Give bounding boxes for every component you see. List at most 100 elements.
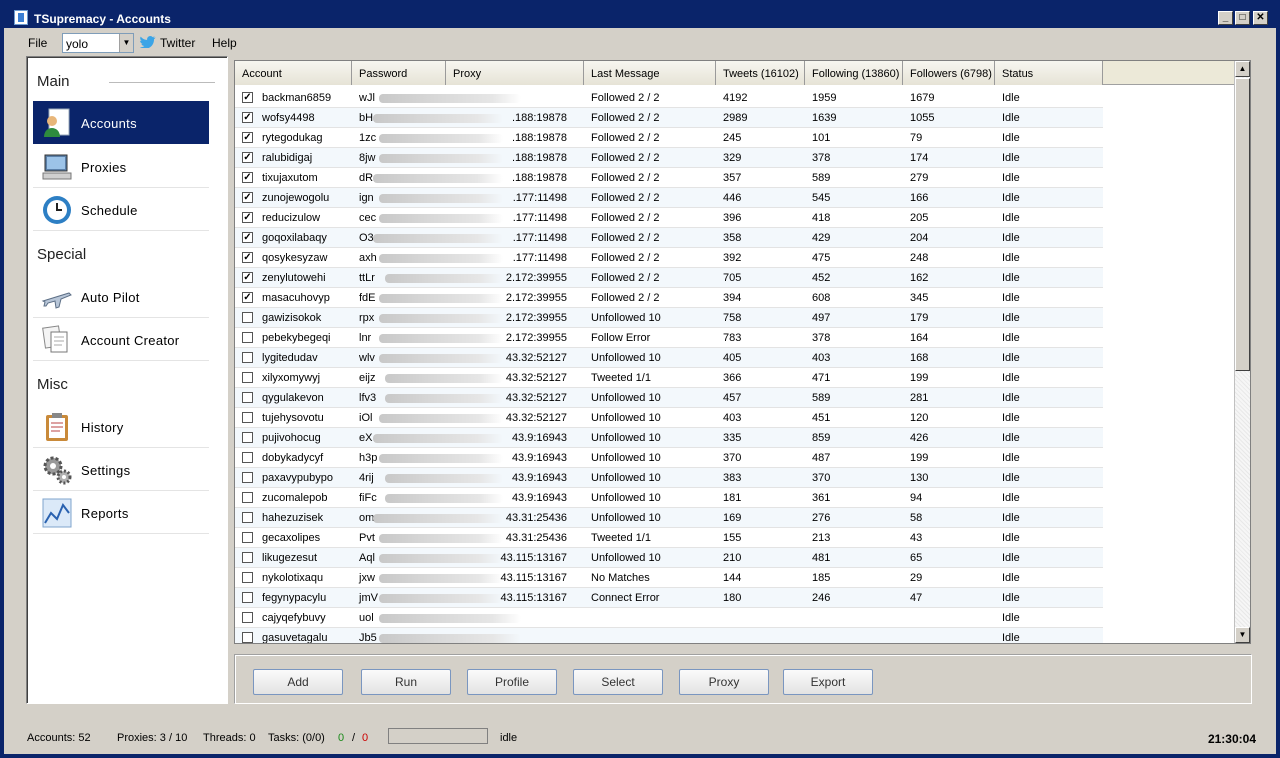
table-row[interactable]: ✓ masacuhovyp fdE 2.172:39955 Followed 2 / 2… <box>235 288 1103 308</box>
chevron-down-icon[interactable]: ▼ <box>119 34 133 52</box>
last-message-cell: Tweeted 1/1 <box>591 372 651 384</box>
table-row[interactable]: lygitedudav wlv 43.32:52127 Unfollowed 10 40… <box>235 348 1103 368</box>
menu-help[interactable]: Help <box>212 36 237 50</box>
proxy-cell: .177:11498 <box>512 252 567 264</box>
row-checkbox[interactable]: ✓ <box>242 232 253 243</box>
row-checkbox[interactable] <box>242 332 253 343</box>
table-row[interactable]: gawizisokok rpx 2.172:39955 Unfollowed 10 75… <box>235 308 1103 328</box>
table-row[interactable]: likugezesut Aql 43.115:13167 Unfollowed 10 2… <box>235 548 1103 568</box>
row-checkbox[interactable]: ✓ <box>242 172 253 183</box>
row-checkbox[interactable] <box>242 532 253 543</box>
row-checkbox[interactable]: ✓ <box>242 112 253 123</box>
table-row[interactable]: pebekybegeqi lnr 2.172:39955 Follow Error 78… <box>235 328 1103 348</box>
table-row[interactable]: ✓ wofsy4498 bH .188:19878 Followed 2 / 2 2989… <box>235 108 1103 128</box>
table-row[interactable]: xilyxomywyj eijz 43.32:52127 Tweeted 1/1 366… <box>235 368 1103 388</box>
row-checkbox[interactable]: ✓ <box>242 292 253 303</box>
row-checkbox[interactable]: ✓ <box>242 252 253 263</box>
row-checkbox[interactable] <box>242 572 253 583</box>
table-row[interactable]: hahezuzisek om 43.31:25436 Unfollowed 10 169… <box>235 508 1103 528</box>
menu-file[interactable]: File <box>28 36 47 50</box>
column-header[interactable]: Password <box>352 61 446 85</box>
column-header[interactable]: Proxy <box>446 61 584 85</box>
table-row[interactable]: gecaxolipes Pvt 43.31:25436 Tweeted 1/1 155 2… <box>235 528 1103 548</box>
table-row[interactable]: tujehysovotu iOl 43.32:52127 Unfollowed 10 4… <box>235 408 1103 428</box>
sidebar-item-auto-pilot[interactable]: Auto Pilot <box>33 275 209 318</box>
table-row[interactable]: pujivohocug eX 43.9:16943 Unfollowed 10 335 8… <box>235 428 1103 448</box>
row-checkbox[interactable]: ✓ <box>242 92 253 103</box>
vertical-scrollbar[interactable]: ▲ ▼ <box>1234 61 1250 643</box>
table-row[interactable]: fegynypacylu jmV 43.115:13167 Connect Error… <box>235 588 1103 608</box>
table-row[interactable]: ✓ goqoxilabaqy O3 .177:11498 Followed 2 / 2 3… <box>235 228 1103 248</box>
close-button[interactable]: ✕ <box>1253 11 1268 25</box>
export-button[interactable]: Export <box>783 669 873 695</box>
row-checkbox[interactable] <box>242 612 253 623</box>
select-button[interactable]: Select <box>573 669 663 695</box>
table-row[interactable]: ✓ zunojewogolu ign .177:11498 Followed 2 / 2… <box>235 188 1103 208</box>
row-checkbox[interactable] <box>242 312 253 323</box>
row-checkbox[interactable] <box>242 352 253 363</box>
row-checkbox[interactable] <box>242 512 253 523</box>
table-row[interactable]: gasuvetagalu Jb5 Idle <box>235 628 1103 643</box>
proxy-button[interactable]: Proxy <box>679 669 769 695</box>
row-checkbox[interactable] <box>242 412 253 423</box>
row-checkbox[interactable] <box>242 372 253 383</box>
column-header[interactable]: Account <box>235 61 352 85</box>
column-header[interactable]: Tweets (16102) <box>716 61 805 85</box>
menu-twitter[interactable]: Twitter <box>160 36 195 50</box>
table-row[interactable]: paxavypubypo 4rij 43.9:16943 Unfollowed 10 3… <box>235 468 1103 488</box>
row-checkbox[interactable]: ✓ <box>242 132 253 143</box>
following-cell: 361 <box>812 492 831 504</box>
status-cell: Idle <box>1002 412 1020 424</box>
sidebar-item-settings[interactable]: Settings <box>33 448 209 491</box>
table-row[interactable]: ✓ zenylutowehi ttLr 2.172:39955 Followed 2 /… <box>235 268 1103 288</box>
table-row[interactable]: ✓ reducizulow cec .177:11498 Followed 2 / 2 3… <box>235 208 1103 228</box>
sidebar-item-account-creator[interactable]: Account Creator <box>33 318 209 361</box>
column-header[interactable]: Status <box>995 61 1103 85</box>
column-header[interactable]: Followers (6798) <box>903 61 995 85</box>
row-checkbox[interactable] <box>242 432 253 443</box>
row-checkbox[interactable] <box>242 632 253 643</box>
accounts-grid[interactable]: Account Password Proxy Last Message Tweets (… <box>234 60 1251 644</box>
sidebar-item-accounts[interactable]: Accounts <box>33 101 209 144</box>
row-checkbox[interactable]: ✓ <box>242 212 253 223</box>
table-row[interactable]: ✓ rytegodukag 1zc .188:19878 Followed 2 / 2 2… <box>235 128 1103 148</box>
scroll-down-icon[interactable]: ▼ <box>1235 627 1250 643</box>
table-row[interactable]: ✓ backman6859 wJl Followed 2 / 2 4192 1959 167… <box>235 88 1103 108</box>
table-row[interactable]: cajyqefybuvy uol Idle <box>235 608 1103 628</box>
row-checkbox[interactable] <box>242 492 253 503</box>
profile-button[interactable]: Profile <box>467 669 557 695</box>
column-header[interactable]: Following (13860) <box>805 61 903 85</box>
status-cell: Idle <box>1002 512 1020 524</box>
maximize-button[interactable]: □ <box>1235 11 1250 25</box>
profile-select[interactable]: yolo ▼ <box>62 33 134 53</box>
table-row[interactable]: ✓ qosykesyzaw axh .177:11498 Followed 2 / 2 3… <box>235 248 1103 268</box>
table-row[interactable]: qygulakevon lfv3 43.32:52127 Unfollowed 10 4… <box>235 388 1103 408</box>
table-row[interactable]: ✓ tixujaxutom dR .188:19878 Followed 2 / 2 35… <box>235 168 1103 188</box>
row-checkbox[interactable]: ✓ <box>242 192 253 203</box>
account-cell: fegynypacylu <box>262 592 327 604</box>
title-bar[interactable]: TSupremacy - Accounts _ □ ✕ <box>4 0 1276 28</box>
row-checkbox[interactable] <box>242 452 253 463</box>
scroll-thumb[interactable] <box>1235 78 1250 371</box>
add-button[interactable]: Add <box>253 669 343 695</box>
sidebar-item-history[interactable]: History <box>33 405 209 448</box>
row-checkbox[interactable]: ✓ <box>242 272 253 283</box>
row-checkbox[interactable]: ✓ <box>242 152 253 163</box>
sidebar-item-reports[interactable]: Reports <box>33 491 209 534</box>
table-row[interactable]: dobykadycyf h3p 43.9:16943 Unfollowed 10 370… <box>235 448 1103 468</box>
column-header[interactable]: Last Message <box>584 61 716 85</box>
row-checkbox[interactable] <box>242 592 253 603</box>
row-checkbox[interactable] <box>242 472 253 483</box>
minimize-button[interactable]: _ <box>1218 11 1233 25</box>
table-row[interactable]: zucomalepob fiFc 43.9:16943 Unfollowed 10 18… <box>235 488 1103 508</box>
redacted-mask <box>373 234 503 243</box>
sidebar-item-proxies[interactable]: Proxies <box>33 145 209 188</box>
following-cell: 589 <box>812 172 831 184</box>
table-row[interactable]: ✓ ralubidigaj 8jw .188:19878 Followed 2 / 2 3… <box>235 148 1103 168</box>
run-button[interactable]: Run <box>361 669 451 695</box>
row-checkbox[interactable] <box>242 392 253 403</box>
row-checkbox[interactable] <box>242 552 253 563</box>
scroll-up-icon[interactable]: ▲ <box>1235 61 1250 77</box>
table-row[interactable]: nykolotixaqu jxw 43.115:13167 No Matches 144… <box>235 568 1103 588</box>
sidebar-item-schedule[interactable]: Schedule <box>33 188 209 231</box>
